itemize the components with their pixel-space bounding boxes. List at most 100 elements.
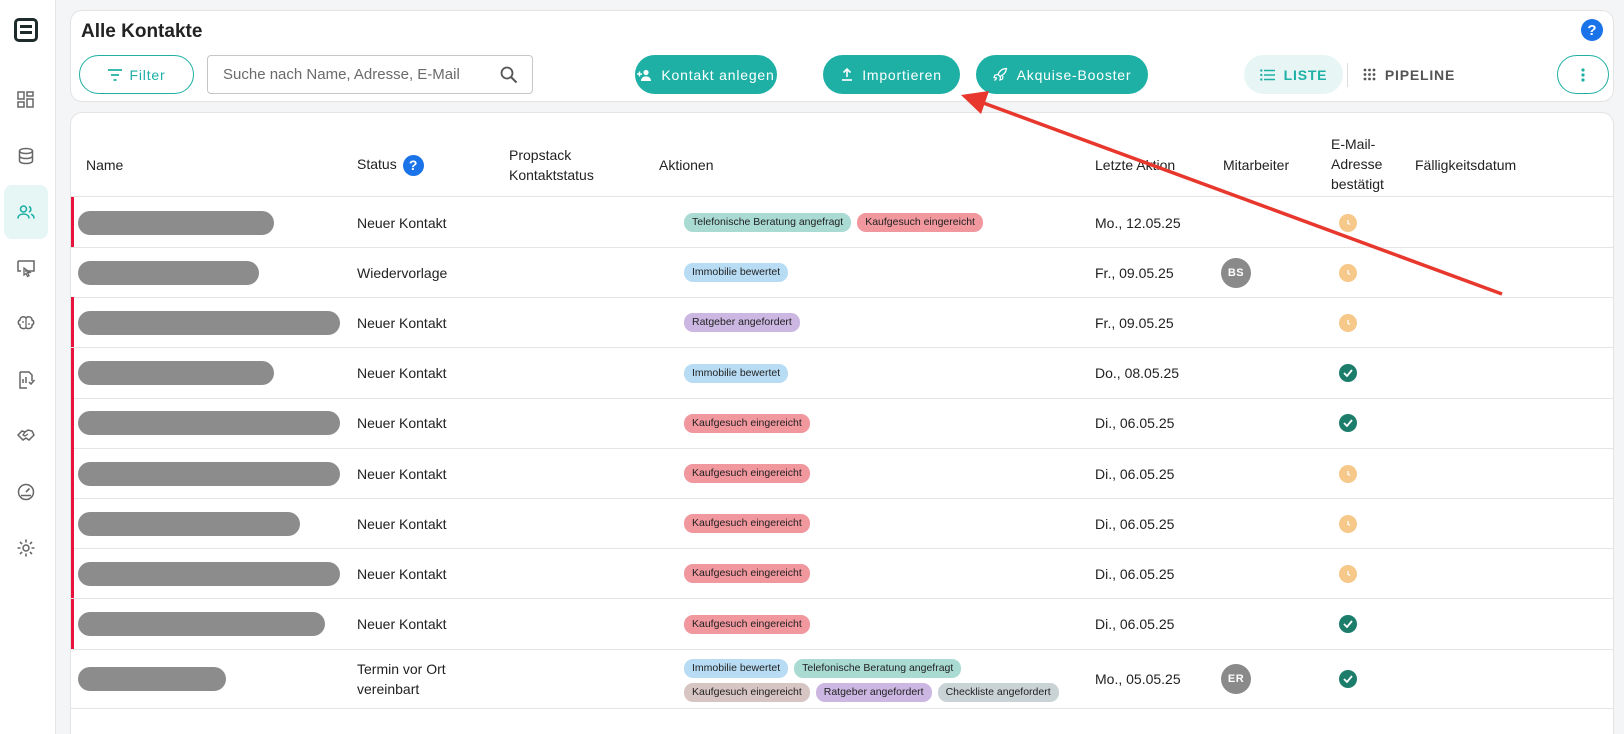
column-header-email-confirmed[interactable]: E-Mail- Adresse bestätigt	[1331, 134, 1384, 194]
action-chips: Kaufgesuch eingereicht	[684, 614, 1084, 634]
upload-icon	[842, 68, 853, 81]
action-chips: Telefonische Beratung angefragt Kaufgesuc…	[684, 213, 1084, 232]
app-logo[interactable]	[14, 18, 38, 42]
contact-name-redacted[interactable]	[78, 511, 300, 536]
search-input[interactable]	[223, 66, 493, 83]
table-row[interactable]: Neuer Kontakt Kaufgesuch eingereicht Di., …	[71, 448, 1613, 499]
sidebar	[0, 0, 56, 734]
action-chip: Kaufgesuch eingereicht	[684, 682, 810, 702]
dashboard-icon	[17, 91, 34, 108]
contact-name-redacted[interactable]	[78, 561, 340, 586]
action-chips: Kaufgesuch eingereicht	[684, 564, 1084, 584]
action-chips: Kaufgesuch eingereicht	[684, 464, 1084, 483]
contact-name-redacted[interactable]	[78, 361, 274, 386]
sidebar-item-gauge[interactable]	[4, 465, 48, 519]
table-row[interactable]: Neuer Kontakt Telefonische Beratung angef…	[71, 197, 1613, 248]
sidebar-item-database[interactable]	[4, 129, 48, 183]
last-action-date: Mo., 05.05.25	[1095, 670, 1181, 687]
contact-name-redacted[interactable]	[78, 461, 340, 486]
sidebar-item-screen-touch[interactable]	[4, 241, 48, 295]
action-chip: Immobilie bewertet	[684, 363, 789, 383]
status-cell: Neuer Kontakt	[357, 415, 447, 432]
action-chips: Immobilie bewertet Telefonische Beratung …	[684, 658, 1084, 702]
email-pending-indicator	[1339, 464, 1357, 483]
status-cell: Neuer Kontakt	[357, 565, 447, 582]
action-chips: Immobilie bewertet	[684, 263, 1084, 283]
action-chips: Kaufgesuch eingereicht	[684, 413, 1084, 433]
column-header-email-line1: E-Mail-	[1331, 136, 1376, 152]
view-pipeline-tab[interactable]: PIPELINE	[1354, 55, 1464, 94]
akquise-booster-button[interactable]: Akquise-Booster	[976, 55, 1148, 94]
column-header-employee[interactable]: Mitarbeiter	[1223, 155, 1289, 175]
contact-name-redacted[interactable]	[78, 310, 340, 335]
sidebar-item-brain[interactable]	[4, 297, 48, 351]
column-header-actions[interactable]: Aktionen	[659, 155, 713, 175]
column-header-status[interactable]: Status?	[357, 154, 424, 176]
handshake-icon	[16, 429, 35, 441]
action-chips: Kaufgesuch eingereicht	[684, 514, 1084, 534]
email-pending-indicator	[1339, 263, 1357, 282]
contact-name-redacted[interactable]	[78, 411, 340, 436]
table-row[interactable]: Neuer Kontakt Kaufgesuch eingereicht Di., …	[71, 598, 1613, 650]
table-row[interactable]: Neuer Kontakt Kaufgesuch eingereicht Di., …	[71, 548, 1613, 600]
action-chip: Checkliste angefordert	[937, 682, 1059, 702]
column-header-name[interactable]: Name	[86, 155, 123, 175]
page-header: Alle Kontakte ? Filter Kontakt anlegen I…	[70, 10, 1614, 102]
table-row[interactable]: Wiedervorlage Immobilie bewertet Fr., 09.0…	[71, 247, 1613, 299]
table-row[interactable]: Neuer Kontakt Kaufgesuch eingereicht Di., …	[71, 498, 1613, 550]
search-box[interactable]	[207, 55, 533, 94]
contact-name-redacted[interactable]	[78, 260, 259, 285]
table-row[interactable]: Neuer Kontakt Ratgeber angefordert Fr., 09…	[71, 297, 1613, 349]
action-chips: Ratgeber angefordert	[684, 313, 1084, 333]
action-chip: Kaufgesuch eingereicht	[684, 464, 810, 483]
contact-name-redacted[interactable]	[78, 210, 274, 235]
last-action-date: Di., 06.05.25	[1095, 616, 1175, 633]
column-header-last-action[interactable]: Letzte Aktion	[1095, 155, 1175, 175]
help-icon[interactable]: ?	[1581, 19, 1603, 41]
akquise-booster-label: Akquise-Booster	[1016, 66, 1132, 83]
action-chip: Kaufgesuch eingereicht	[684, 614, 810, 634]
column-header-propstack[interactable]: Propstack Kontaktstatus	[509, 145, 594, 185]
sidebar-item-handshake[interactable]	[4, 409, 48, 463]
last-action-date: Di., 06.05.25	[1095, 465, 1175, 482]
view-pipeline-label: PIPELINE	[1384, 66, 1456, 83]
action-chip: Telefonische Beratung angefragt	[794, 658, 962, 678]
employee-avatar[interactable]: ER	[1221, 663, 1251, 694]
column-header-due-date[interactable]: Fälligkeitsdatum	[1415, 155, 1516, 175]
report-check-icon	[19, 371, 36, 389]
view-divider	[1347, 63, 1348, 87]
employee-avatar[interactable]: BS	[1221, 257, 1251, 288]
action-chip: Immobilie bewertet	[684, 263, 789, 283]
contact-name-redacted[interactable]	[78, 612, 325, 637]
more-options-button[interactable]	[1557, 55, 1609, 94]
list-icon	[1259, 68, 1275, 81]
table-row[interactable]: Neuer Kontakt Kaufgesuch eingereicht Di., …	[71, 397, 1613, 449]
table-row[interactable]: Termin vor Ort vereinbart Immobilie bewer…	[71, 649, 1613, 709]
contact-name-redacted[interactable]	[78, 666, 226, 691]
status-help-icon[interactable]: ?	[402, 154, 424, 176]
check-icon	[1343, 675, 1353, 683]
email-pending-indicator	[1339, 564, 1357, 583]
sidebar-item-dashboard[interactable]	[4, 73, 48, 127]
table-row[interactable]: Neuer Kontakt Immobilie bewertet Do., 08.0…	[71, 347, 1613, 399]
view-list-tab[interactable]: LISTE	[1244, 55, 1343, 94]
filter-button[interactable]: Filter	[79, 55, 194, 94]
sidebar-item-report-check[interactable]	[4, 353, 48, 407]
email-pending-indicator	[1339, 313, 1357, 332]
sidebar-item-gear[interactable]	[4, 521, 48, 575]
search-icon[interactable]	[500, 66, 518, 84]
email-confirmed-indicator	[1339, 414, 1357, 433]
column-header-email-line2: Adresse	[1331, 156, 1383, 172]
action-chip: Ratgeber angefordert	[684, 313, 800, 333]
action-chip: Kaufgesuch eingereicht	[684, 564, 810, 584]
import-label: Importieren	[862, 66, 942, 83]
database-icon	[18, 147, 34, 165]
add-contact-button[interactable]: Kontakt anlegen	[635, 55, 777, 94]
column-header-email-line3: bestätigt	[1331, 176, 1384, 192]
last-action-date: Fr., 09.05.25	[1095, 314, 1174, 331]
sidebar-item-contacts[interactable]	[4, 185, 48, 239]
contacts-table: Name Status? Propstack Kontaktstatus Akt…	[70, 112, 1614, 734]
clock-icon	[1347, 520, 1351, 526]
import-button[interactable]: Importieren	[823, 55, 960, 94]
email-confirmed-indicator	[1339, 364, 1357, 383]
